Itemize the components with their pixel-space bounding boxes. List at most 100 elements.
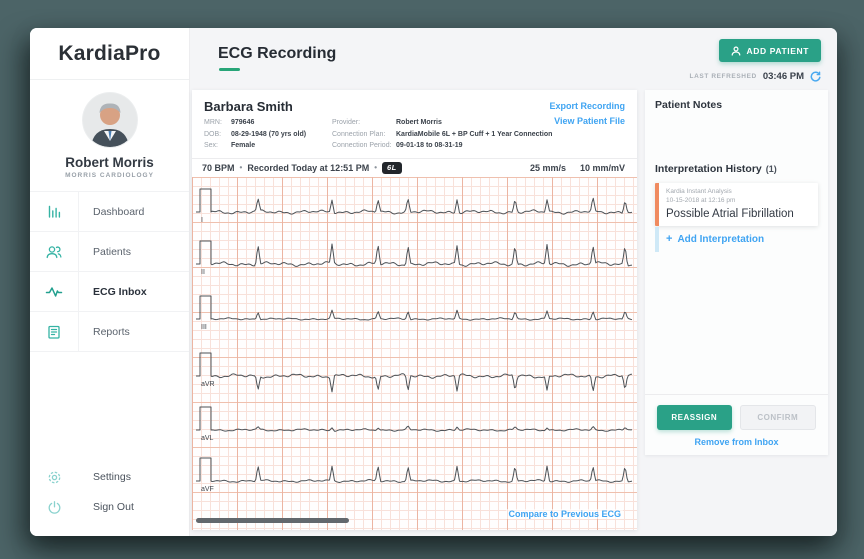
patient-info-header: Barbara Smith MRN:979646 DOB:08-29-1948 … — [192, 90, 637, 158]
sidebar-item-ecg-inbox[interactable]: ECG Inbox — [30, 272, 189, 312]
app-logo: KardiaPro — [30, 28, 189, 80]
ecg-lead-trace-aVF — [196, 458, 632, 483]
interpretation-timestamp: 10-15-2018 at 12:16 pm — [666, 197, 811, 206]
field-label: Provider: — [332, 117, 396, 129]
separator-dot: • — [374, 163, 377, 172]
sidebar-item-label: Patients — [78, 246, 131, 258]
ecg-lead-trace-aVR — [196, 353, 632, 392]
patient-notes-empty-area — [655, 111, 818, 163]
report-icon — [30, 324, 78, 340]
content-area: Barbara Smith MRN:979646 DOB:08-29-1948 … — [190, 90, 837, 536]
field-value: 979646 — [231, 117, 254, 129]
patient-notes-title: Patient Notes — [655, 99, 818, 111]
sidebar-item-label: Reports — [78, 326, 130, 338]
separator-dot: • — [240, 163, 243, 172]
nav-divider — [78, 192, 79, 352]
panel-spacer — [655, 252, 818, 394]
main-area: ECG Recording ADD PATIENT LAST REFRESHED… — [190, 28, 837, 536]
ecg-lead-label-I: I — [201, 217, 203, 224]
export-recording-link[interactable]: Export Recording — [549, 99, 625, 114]
interpretation-history-header: Interpretation History (1) — [655, 163, 818, 175]
sign-out-label: Sign Out — [78, 501, 134, 513]
last-refreshed-time: 03:46 PM — [763, 71, 804, 82]
interpretation-count: (1) — [766, 164, 777, 174]
title-accent-bar — [219, 68, 240, 71]
bar-chart-icon — [30, 203, 78, 220]
confirm-button[interactable]: CONFIRM — [740, 405, 817, 430]
patient-demographics: MRN:979646 DOB:08-29-1948 (70 yrs old) S… — [204, 117, 332, 152]
sidebar-item-reports[interactable]: Reports — [30, 312, 189, 352]
plus-icon: + — [666, 235, 672, 244]
field-label: MRN: — [204, 117, 231, 129]
view-patient-file-link[interactable]: View Patient File — [549, 114, 625, 129]
patient-plan-info: Provider:Robert Morris Connection Plan:K… — [332, 117, 552, 152]
field-label: Connection Plan: — [332, 129, 396, 141]
last-refreshed-label: LAST REFRESHED — [690, 73, 757, 80]
field-label: Connection Period: — [332, 140, 396, 152]
sidebar: KardiaPro Robert Morris MORRIS CARDIOLO — [30, 28, 190, 536]
action-buttons-row: REASSIGN CONFIRM — [655, 395, 818, 437]
bpm-value: 70 BPM — [202, 163, 235, 173]
profile-organization: MORRIS CARDIOLOGY — [30, 172, 189, 179]
last-refreshed: LAST REFRESHED 03:46 PM — [690, 71, 821, 82]
ecg-trace-svg — [192, 177, 637, 531]
ecg-lead-label-aVF: aVF — [201, 486, 214, 493]
add-interpretation-label: Add Interpretation — [677, 234, 764, 245]
field-label: DOB: — [204, 129, 231, 141]
add-interpretation-button[interactable]: + Add Interpretation — [655, 227, 818, 252]
remove-from-inbox-link[interactable]: Remove from Inbox — [655, 437, 818, 447]
add-person-icon — [731, 46, 741, 56]
field-value: 08-29-1948 (70 yrs old) — [231, 129, 306, 141]
field-value: Female — [231, 140, 255, 152]
field-value: 09-01-18 to 08-31-19 — [396, 140, 463, 152]
profile-section: Robert Morris MORRIS CARDIOLOGY — [30, 80, 189, 191]
sidebar-footer: Settings Sign Out — [30, 462, 189, 536]
app-window: KardiaPro Robert Morris MORRIS CARDIOLO — [30, 28, 837, 536]
interpretation-result: Possible Atrial Fibrillation — [666, 208, 811, 220]
sidebar-item-patients[interactable]: Patients — [30, 232, 189, 272]
ecg-lead-trace-II — [196, 241, 632, 266]
sidebar-item-label: ECG Inbox — [78, 286, 147, 298]
sign-out-button[interactable]: Sign Out — [30, 492, 189, 522]
sidebar-item-dashboard[interactable]: Dashboard — [30, 192, 189, 232]
recorded-timestamp: Recorded Today at 12:51 PM — [247, 163, 369, 173]
ecg-lead-label-II: II — [201, 269, 205, 276]
sidebar-spacer — [30, 352, 189, 462]
sidebar-item-label: Dashboard — [78, 206, 144, 218]
avatar — [83, 93, 137, 147]
field-value: Robert Morris — [396, 117, 442, 129]
horizontal-scrollbar-thumb[interactable] — [196, 518, 349, 523]
ecg-lead-trace-I — [196, 189, 632, 214]
ecg-lead-label-III: III — [201, 324, 207, 331]
settings-label: Settings — [78, 471, 131, 483]
settings-button[interactable]: Settings — [30, 462, 189, 492]
gain-value: 10 mm/mV — [580, 163, 625, 173]
ecg-lead-label-aVR: aVR — [201, 381, 215, 388]
page-title: ECG Recording — [218, 45, 336, 63]
ecg-recording-card: Barbara Smith MRN:979646 DOB:08-29-1948 … — [192, 90, 637, 530]
refresh-icon[interactable] — [810, 71, 821, 82]
field-label: Sex: — [204, 140, 231, 152]
patient-notes-panel: Patient Notes Interpretation History (1)… — [645, 90, 828, 455]
interpretation-history-title: Interpretation History — [655, 163, 762, 175]
pulse-icon — [30, 284, 78, 300]
ecg-lead-trace-aVL — [196, 407, 632, 431]
interpretation-source: Kardia Instant Analysis — [666, 188, 811, 197]
desktop-background: { "app": { "logo": "KardiaPro" }, "sideb… — [0, 0, 864, 559]
field-value: KardiaMobile 6L + BP Cuff + 1 Year Conne… — [396, 129, 552, 141]
compare-previous-ecg-link[interactable]: Compare to Previous ECG — [506, 509, 623, 519]
page-header: ECG Recording ADD PATIENT LAST REFRESHED… — [190, 28, 837, 90]
people-icon — [30, 244, 78, 260]
interpretation-entry[interactable]: Kardia Instant Analysis 10-15-2018 at 12… — [655, 183, 818, 226]
sidebar-nav: Dashboard Patients — [30, 191, 189, 352]
six-lead-badge: 6L — [382, 162, 402, 174]
ecg-lead-label-aVL: aVL — [201, 435, 213, 442]
ecg-waveform-grid[interactable]: Compare to Previous ECG IIIIIIaVRaVLaVF — [192, 177, 637, 531]
gear-icon — [30, 470, 78, 485]
ecg-lead-trace-III — [196, 296, 632, 320]
power-icon — [30, 500, 78, 515]
add-patient-label: ADD PATIENT — [747, 46, 809, 56]
reassign-button[interactable]: REASSIGN — [657, 405, 732, 430]
profile-name: Robert Morris — [30, 155, 189, 170]
add-patient-button[interactable]: ADD PATIENT — [719, 39, 821, 62]
